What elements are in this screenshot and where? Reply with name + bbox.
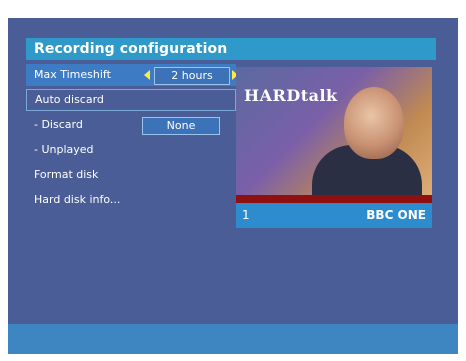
recording-configuration-panel: Recording configuration Max Timeshift 2 …: [8, 18, 458, 354]
format-disk-label: Format disk: [34, 168, 99, 181]
menu-item-unplayed[interactable]: - Unplayed: [26, 139, 236, 161]
unplayed-label: - Unplayed: [34, 143, 94, 156]
menu-item-auto-discard[interactable]: Auto discard: [26, 89, 236, 111]
settings-menu: Max Timeshift 2 hours Auto discard - Dis…: [26, 64, 238, 214]
hard-disk-info-label: Hard disk info...: [34, 193, 121, 206]
arrow-left-icon[interactable]: [144, 70, 150, 80]
video-preview: HARDtalk: [236, 67, 432, 203]
channel-number: 1: [242, 208, 250, 222]
news-ticker-bar: [236, 195, 432, 203]
menu-item-format-disk[interactable]: Format disk: [26, 164, 236, 186]
channel-name: BBC ONE: [366, 208, 426, 222]
channel-preview: HARDtalk 1 BBC ONE: [236, 67, 432, 228]
footer-bar: [8, 324, 458, 354]
discard-label: - Discard: [34, 118, 83, 131]
menu-item-hard-disk-info[interactable]: Hard disk info...: [26, 189, 236, 211]
menu-item-discard[interactable]: - Discard None: [26, 114, 236, 136]
discard-value[interactable]: None: [142, 117, 220, 135]
auto-discard-label: Auto discard: [35, 93, 104, 106]
menu-item-max-timeshift[interactable]: Max Timeshift 2 hours: [26, 64, 238, 86]
program-logo: HARDtalk: [244, 86, 338, 105]
max-timeshift-value[interactable]: 2 hours: [154, 67, 230, 85]
presenter-face: [344, 87, 404, 159]
tv-screen: Recording configuration Max Timeshift 2 …: [0, 0, 466, 361]
channel-info-bar: 1 BBC ONE: [236, 203, 432, 228]
page-title: Recording configuration: [26, 38, 436, 60]
max-timeshift-label: Max Timeshift: [34, 68, 111, 81]
